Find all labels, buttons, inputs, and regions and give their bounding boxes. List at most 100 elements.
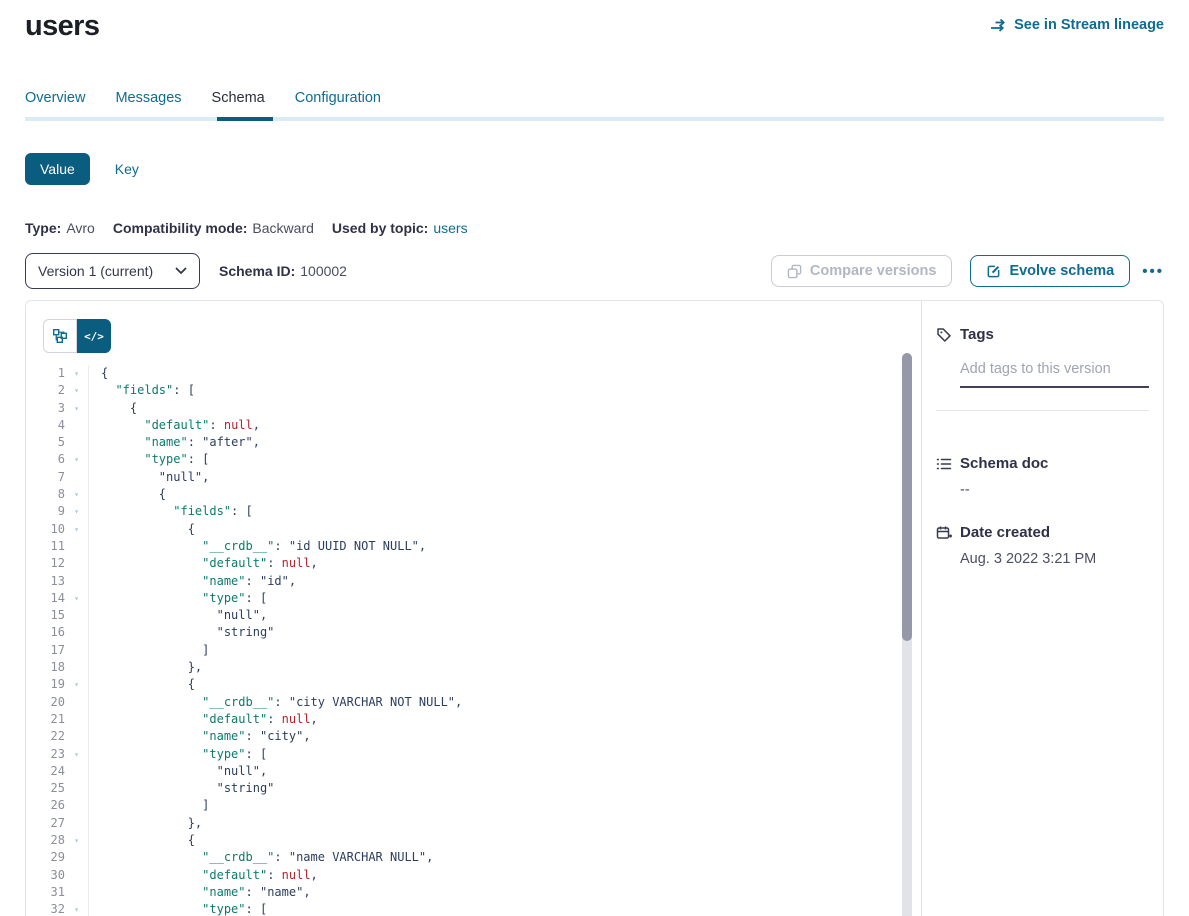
editor-view-toggle: </> (43, 319, 111, 353)
line-number: 10 (26, 521, 65, 538)
code-line: 9▾ "fields": [ (26, 503, 921, 520)
evolve-schema-button[interactable]: Evolve schema (970, 255, 1130, 287)
fold-arrow-icon[interactable]: ▾ (65, 832, 88, 849)
used-by-topic-label: Used by topic: (332, 220, 428, 236)
code-line: 20 "__crdb__": "city VARCHAR NOT NULL", (26, 694, 921, 711)
tab-schema[interactable]: Schema (212, 90, 265, 117)
code-text: "__crdb__": "name VARCHAR NULL", (88, 849, 921, 866)
line-number: 1 (26, 365, 65, 382)
line-number: 12 (26, 555, 65, 572)
version-toolbar: Version 1 (current) Schema ID: 100002 Co… (25, 253, 1164, 289)
tree-view-button[interactable] (43, 319, 77, 353)
line-number: 8 (26, 486, 65, 503)
tab-messages[interactable]: Messages (115, 90, 181, 117)
code-line: 8▾ { (26, 486, 921, 503)
tab-configuration[interactable]: Configuration (295, 90, 381, 117)
fold-gutter (65, 555, 88, 572)
schema-id-label: Schema ID: (219, 263, 295, 279)
compatibility-mode-label: Compatibility mode: (113, 220, 248, 236)
code-line: 6▾ "type": [ (26, 451, 921, 468)
fold-gutter (65, 538, 88, 555)
line-number: 29 (26, 849, 65, 866)
code-line: 19▾ { (26, 676, 921, 693)
code-line: 13 "name": "id", (26, 573, 921, 590)
schema-code-editor[interactable]: 1▾{2▾ "fields": [3▾ {4 "default": null,5… (26, 365, 921, 916)
stream-lineage-label: See in Stream lineage (1014, 17, 1164, 33)
compare-versions-button[interactable]: Compare versions (771, 255, 953, 287)
code-line: 16 "string" (26, 624, 921, 641)
code-text: "null", (88, 763, 921, 780)
line-number: 22 (26, 728, 65, 745)
compare-versions-label: Compare versions (810, 263, 937, 279)
code-text: { (88, 486, 921, 503)
code-line: 14▾ "type": [ (26, 590, 921, 607)
code-text: "default": null, (88, 555, 921, 572)
fold-arrow-icon[interactable]: ▾ (65, 590, 88, 607)
line-number: 31 (26, 884, 65, 901)
fold-arrow-icon[interactable]: ▾ (65, 521, 88, 538)
fold-gutter (65, 573, 88, 590)
fold-arrow-icon[interactable]: ▾ (65, 901, 88, 916)
fold-arrow-icon[interactable]: ▾ (65, 382, 88, 399)
code-text: "string" (88, 780, 921, 797)
code-text: "type": [ (88, 901, 921, 916)
fold-arrow-icon[interactable]: ▾ (65, 503, 88, 520)
fold-gutter (65, 780, 88, 797)
add-tags-input[interactable] (960, 355, 1149, 388)
editor-scrollbar-thumb[interactable] (902, 353, 912, 641)
schema-meta-row: Type: Avro Compatibility mode: Backward … (25, 220, 1164, 236)
code-view-button[interactable]: </> (77, 319, 111, 353)
fold-gutter (65, 849, 88, 866)
line-number: 20 (26, 694, 65, 711)
value-toggle-button[interactable]: Value (25, 153, 90, 185)
fold-arrow-icon[interactable]: ▾ (65, 486, 88, 503)
fold-gutter (65, 434, 88, 451)
line-number: 3 (26, 400, 65, 417)
code-text: "type": [ (88, 451, 921, 468)
tab-bar: Overview Messages Schema Configuration (25, 90, 1164, 117)
schema-code-pane: </> 1▾{2▾ "fields": [3▾ {4 "default": nu… (26, 301, 922, 916)
code-line: 24 "null", (26, 763, 921, 780)
fold-gutter (65, 884, 88, 901)
code-line: 5 "name": "after", (26, 434, 921, 451)
code-line: 31 "name": "name", (26, 884, 921, 901)
fold-arrow-icon[interactable]: ▾ (65, 676, 88, 693)
code-line: 12 "default": null, (26, 555, 921, 572)
topic-link[interactable]: users (433, 220, 467, 236)
editor-scrollbar-track[interactable] (902, 353, 912, 916)
fold-arrow-icon[interactable]: ▾ (65, 451, 88, 468)
schema-doc-value: -- (960, 482, 1149, 498)
more-options-button[interactable]: ••• (1142, 263, 1164, 280)
see-in-stream-lineage-link[interactable]: See in Stream lineage (990, 17, 1164, 33)
page-header: users See in Stream lineage (25, 0, 1164, 43)
code-line: 1▾{ (26, 365, 921, 382)
code-text: { (88, 365, 921, 382)
version-select[interactable]: Version 1 (current) (25, 253, 200, 289)
fold-arrow-icon[interactable]: ▾ (65, 400, 88, 417)
tags-heading: Tags (960, 326, 1149, 343)
tree-view-icon (52, 328, 68, 344)
fold-gutter (65, 642, 88, 659)
fold-gutter (65, 711, 88, 728)
code-text: ] (88, 797, 921, 814)
version-select-value: Version 1 (current) (38, 263, 153, 279)
code-line: 21 "default": null, (26, 711, 921, 728)
fold-arrow-icon[interactable]: ▾ (65, 746, 88, 763)
fold-gutter (65, 607, 88, 624)
code-text: "default": null, (88, 417, 921, 434)
code-text: ] (88, 642, 921, 659)
line-number: 32 (26, 901, 65, 916)
line-number: 11 (26, 538, 65, 555)
schema-sidebar: Tags Schema doc -- (922, 301, 1163, 916)
tag-icon (936, 326, 952, 388)
line-number: 15 (26, 607, 65, 624)
key-toggle-button[interactable]: Key (115, 161, 139, 177)
tab-overview[interactable]: Overview (25, 90, 85, 117)
code-text: { (88, 676, 921, 693)
type-value: Avro (66, 220, 95, 236)
code-text: "default": null, (88, 711, 921, 728)
fold-gutter (65, 867, 88, 884)
fold-arrow-icon[interactable]: ▾ (65, 365, 88, 382)
code-line: 17 ] (26, 642, 921, 659)
code-line: 23▾ "type": [ (26, 746, 921, 763)
